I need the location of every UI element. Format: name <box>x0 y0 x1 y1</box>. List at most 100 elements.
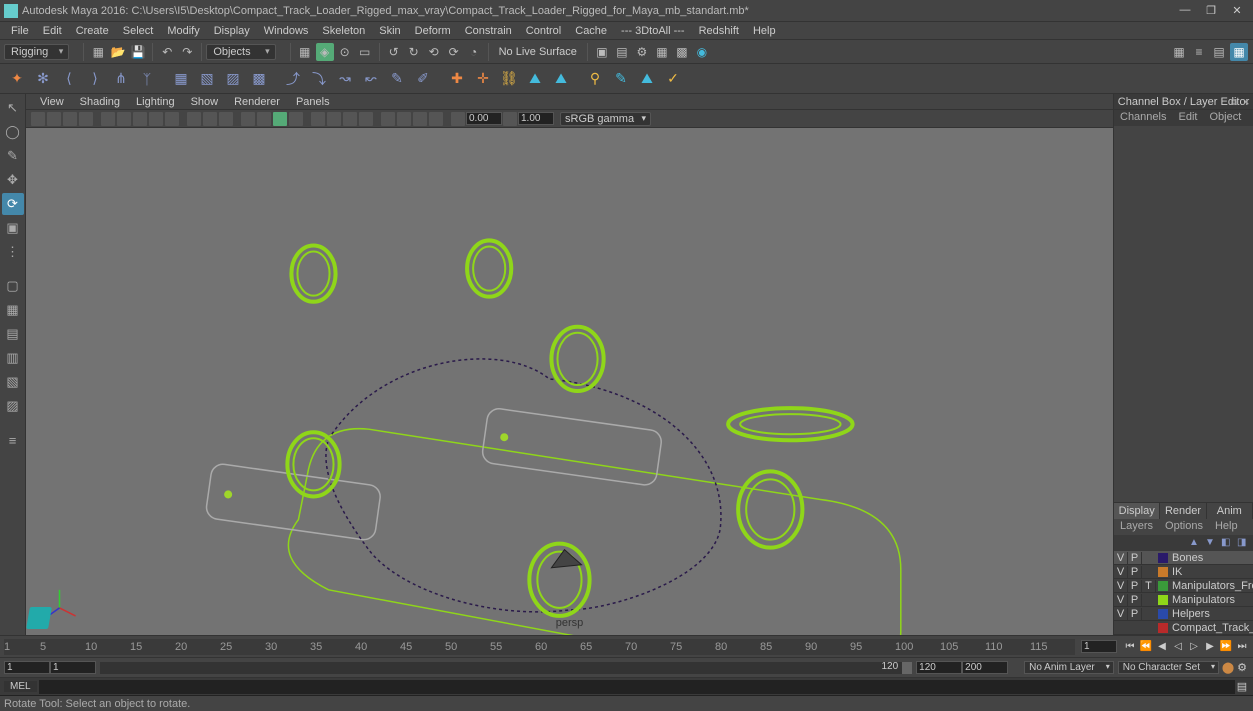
render-frame-icon[interactable]: ▣ <box>593 43 611 61</box>
shelf-item-12[interactable]: ⤵ <box>308 68 330 90</box>
layer-row[interactable]: Compact_Track_Load <box>1114 621 1253 635</box>
menu-create[interactable]: Create <box>69 25 116 37</box>
shelf-item-21[interactable]: ⛰ <box>550 68 572 90</box>
snap-point-icon[interactable]: ⊙ <box>336 43 354 61</box>
vp-tool-9[interactable] <box>165 112 179 126</box>
range-slider-thumb[interactable] <box>902 662 912 674</box>
layer-move-down-icon[interactable]: ▼ <box>1205 537 1217 549</box>
shelf-item-11[interactable]: ⤴ <box>282 68 304 90</box>
sym-x-icon[interactable]: ↺ <box>385 43 403 61</box>
vp-menu-show[interactable]: Show <box>183 96 227 108</box>
vp-tool-10[interactable] <box>187 112 201 126</box>
vp-tool-2[interactable] <box>47 112 61 126</box>
range-end-max-field[interactable] <box>962 661 1008 674</box>
layer-new-icon[interactable]: ◨ <box>1237 537 1249 549</box>
prefs-icon[interactable]: ⚙ <box>1235 661 1249 674</box>
close-button[interactable]: ✕ <box>1231 4 1243 17</box>
menu-modify[interactable]: Modify <box>160 25 206 37</box>
live-surface-label[interactable]: No Live Surface <box>499 46 577 58</box>
vp-menu-renderer[interactable]: Renderer <box>226 96 288 108</box>
layout-a-icon[interactable]: ▤ <box>2 323 24 345</box>
menu-select[interactable]: Select <box>116 25 161 37</box>
tab-anim[interactable]: Anim <box>1207 503 1253 519</box>
vp-gamma-mode-dropdown[interactable]: sRGB gamma <box>560 112 651 126</box>
undo-icon[interactable]: ↶ <box>158 43 176 61</box>
cb-menu-edit[interactable]: Edit <box>1172 110 1203 126</box>
menu-cache[interactable]: Cache <box>568 25 614 37</box>
panel-close-icon[interactable]: ✕ <box>1241 97 1251 107</box>
paint-select-tool-icon[interactable]: ✎ <box>2 145 24 167</box>
move-tool-icon[interactable]: ✥ <box>2 169 24 191</box>
step-fwd-icon[interactable]: ▶ <box>1203 640 1217 654</box>
tab-render[interactable]: Render <box>1160 503 1206 519</box>
shelf-item-19[interactable]: ⛓ <box>498 68 520 90</box>
command-mode-label[interactable]: MEL <box>4 681 37 692</box>
viewport-canvas[interactable]: persp <box>26 128 1113 635</box>
layer-row[interactable]: VPIK <box>1114 565 1253 579</box>
menu-redshift[interactable]: Redshift <box>692 25 746 37</box>
range-end-min-field[interactable] <box>916 661 962 674</box>
step-fwd-key-icon[interactable]: ⏩ <box>1219 640 1233 654</box>
sym-z-icon[interactable]: ⟲ <box>425 43 443 61</box>
layer-menu-layers[interactable]: Layers <box>1114 519 1159 535</box>
cb-menu-channels[interactable]: Channels <box>1114 110 1172 126</box>
go-end-icon[interactable]: ⏭ <box>1235 640 1249 654</box>
vp-tool-24[interactable] <box>429 112 443 126</box>
cb-menu-object[interactable]: Object <box>1203 110 1247 126</box>
save-scene-icon[interactable]: 💾 <box>129 43 147 61</box>
vp-tool-16[interactable] <box>289 112 303 126</box>
time-slider[interactable]: 1510152025303540455055606570758085909510… <box>0 635 1253 657</box>
outliner-icon[interactable]: ≡ <box>2 429 24 451</box>
ipr-render-icon[interactable]: ▤ <box>613 43 631 61</box>
menu-skeleton[interactable]: Skeleton <box>315 25 372 37</box>
panel-a-icon[interactable]: ▦ <box>1170 43 1188 61</box>
layer-row[interactable]: VPManipulators <box>1114 593 1253 607</box>
character-set-dropdown[interactable]: No Character Set <box>1118 661 1219 674</box>
shelf-item-17[interactable]: ✚ <box>446 68 468 90</box>
new-scene-icon[interactable]: ▦ <box>89 43 107 61</box>
vp-tool-22[interactable] <box>397 112 411 126</box>
rotate-tool-icon[interactable]: ⟳ <box>2 193 24 215</box>
vp-menu-shading[interactable]: Shading <box>72 96 128 108</box>
menu-skin[interactable]: Skin <box>372 25 407 37</box>
shelf-item-7[interactable]: ▦ <box>170 68 192 90</box>
range-vis-start-field[interactable] <box>50 661 96 674</box>
lasso-tool-icon[interactable]: ◯ <box>2 121 24 143</box>
vp-tool-11[interactable] <box>203 112 217 126</box>
shelf-item-14[interactable]: ↜ <box>360 68 382 90</box>
shelf-item-18[interactable]: ✛ <box>472 68 494 90</box>
step-back-key-icon[interactable]: ⏪ <box>1139 640 1153 654</box>
shelf-item-8[interactable]: ▧ <box>196 68 218 90</box>
layer-row[interactable]: VPHelpers <box>1114 607 1253 621</box>
vp-tool-3[interactable] <box>63 112 77 126</box>
menu-windows[interactable]: Windows <box>257 25 316 37</box>
go-start-icon[interactable]: ⏮ <box>1123 640 1137 654</box>
shelf-item-22[interactable]: ⚲ <box>584 68 606 90</box>
vp-tool-14[interactable] <box>257 112 271 126</box>
shelf-item-16[interactable]: ✐ <box>412 68 434 90</box>
vp-exposure-field[interactable] <box>466 112 502 125</box>
menu-deform[interactable]: Deform <box>408 25 458 37</box>
shelf-item-1[interactable]: ✦ <box>6 68 28 90</box>
redo-icon[interactable]: ↷ <box>178 43 196 61</box>
channelbox-toggle-icon[interactable]: ▦ <box>1230 43 1248 61</box>
selection-mask-dropdown[interactable]: Objects <box>206 44 275 60</box>
play-back-icon[interactable]: ◁ <box>1171 640 1185 654</box>
layout-single-icon[interactable]: ▢ <box>2 275 24 297</box>
snap-curve-icon[interactable]: ◈ <box>316 43 334 61</box>
shelf-item-13[interactable]: ↝ <box>334 68 356 90</box>
range-slider-track[interactable]: 120 <box>100 662 912 674</box>
vp-tool-20[interactable] <box>359 112 373 126</box>
anim-layer-dropdown[interactable]: No Anim Layer <box>1024 661 1114 674</box>
menu-help[interactable]: Help <box>746 25 783 37</box>
scale-tool-icon[interactable]: ▣ <box>2 217 24 239</box>
history-icon[interactable]: ◔ <box>465 43 483 61</box>
shelf-item-15[interactable]: ✎ <box>386 68 408 90</box>
vp-menu-view[interactable]: View <box>32 96 72 108</box>
layer-row[interactable]: VPBones <box>1114 551 1253 565</box>
vp-tool-7[interactable] <box>133 112 147 126</box>
minimize-button[interactable]: — <box>1179 4 1191 17</box>
vp-tool-15[interactable] <box>273 112 287 126</box>
play-fwd-icon[interactable]: ▷ <box>1187 640 1201 654</box>
vp-tool-21[interactable] <box>381 112 395 126</box>
